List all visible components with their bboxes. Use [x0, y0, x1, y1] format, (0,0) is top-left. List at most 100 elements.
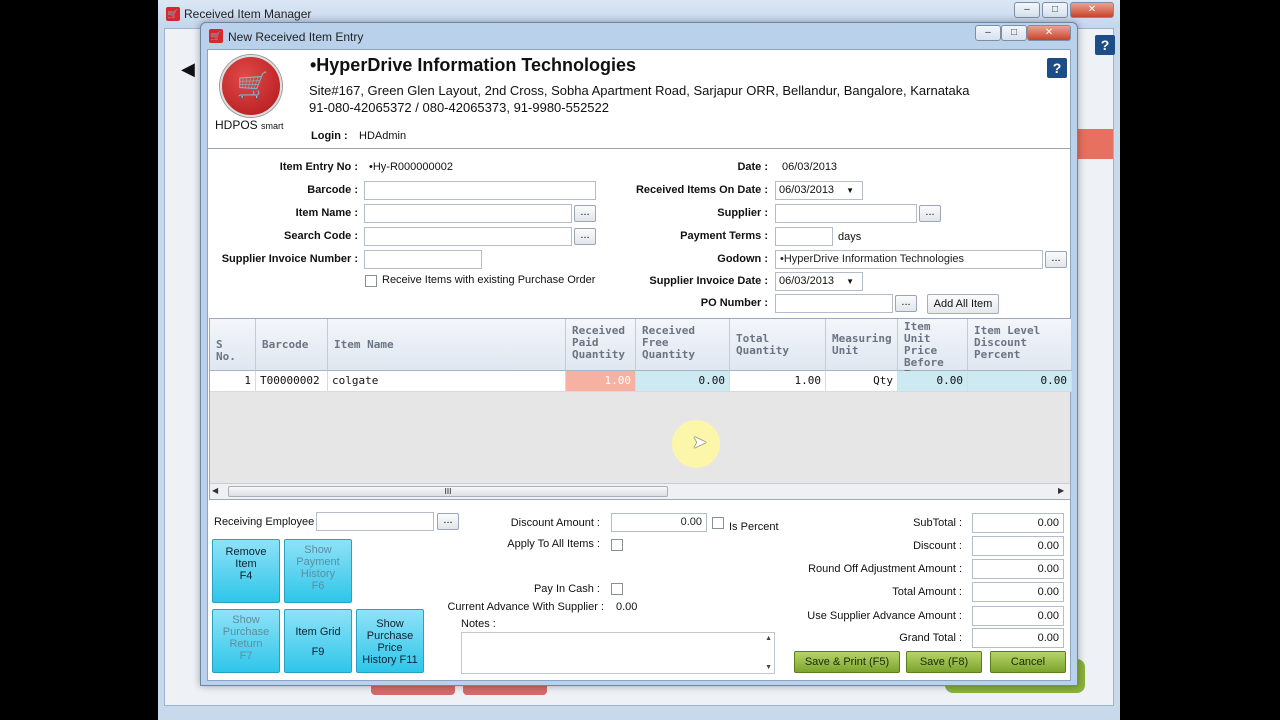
save-button[interactable]: Save (F8): [906, 651, 982, 673]
cancel-button[interactable]: Cancel: [990, 651, 1066, 673]
barcode-input[interactable]: [364, 181, 596, 200]
close-button[interactable]: ✕: [1070, 2, 1114, 18]
show-payment-line1: Show: [304, 544, 332, 556]
godown-browse-button[interactable]: ...: [1045, 251, 1067, 268]
notes-label: Notes :: [461, 618, 496, 630]
item-name-label: Item Name :: [295, 207, 358, 219]
show-return-line1: Show: [232, 614, 260, 626]
cell-barcode[interactable]: T00000002: [256, 371, 328, 392]
total-amount-value: 0.00: [972, 582, 1064, 602]
receive-po-checkbox[interactable]: [365, 275, 377, 287]
supplier-invoice-date-label: Supplier Invoice Date :: [649, 275, 768, 287]
outer-help-icon[interactable]: ?: [1095, 35, 1115, 55]
col-discount-pct[interactable]: Item Level Discount Percent: [968, 319, 1072, 371]
roundoff-input[interactable]: 0.00: [972, 559, 1064, 579]
remove-item-button[interactable]: Remove Item F4: [212, 539, 280, 603]
dialog-minimize-button[interactable]: –: [975, 25, 1001, 41]
subtotal-value: 0.00: [972, 513, 1064, 533]
logo-text: HDPOS smart: [215, 118, 284, 132]
show-payment-history-button[interactable]: Show Payment History F6: [284, 539, 352, 603]
supplier-invoice-date-picker[interactable]: 06/03/2013 ▼: [775, 272, 863, 291]
item-grid-key: F9: [311, 646, 325, 658]
chevron-down-icon: ▼: [846, 186, 854, 195]
mouse-pointer-icon: ➤: [692, 432, 708, 452]
scroll-right-icon[interactable]: ▶: [1058, 486, 1064, 495]
search-code-label: Search Code :: [284, 230, 358, 242]
dialog-title: New Received Item Entry: [228, 30, 364, 44]
is-percent-checkbox[interactable]: [712, 517, 724, 529]
show-price-line1: Show: [376, 618, 404, 630]
dialog-close-button[interactable]: ✕: [1027, 25, 1071, 41]
pay-in-cash-label: Pay In Cash :: [533, 583, 600, 595]
col-received-free-qty[interactable]: Received Free Quantity: [636, 319, 730, 371]
show-return-line2: Purchase: [222, 626, 270, 638]
discount-amount-label: Discount Amount :: [510, 517, 600, 529]
payment-terms-days: days: [838, 231, 862, 243]
col-total-qty[interactable]: Total Quantity: [730, 319, 826, 371]
use-advance-input[interactable]: 0.00: [972, 606, 1064, 626]
supplier-input[interactable]: [775, 204, 917, 223]
add-all-item-button[interactable]: Add All Item: [927, 294, 999, 314]
payment-terms-input[interactable]: [775, 227, 833, 246]
scroll-thumb[interactable]: III: [228, 486, 668, 497]
col-sno[interactable]: S No.: [210, 319, 256, 371]
notes-scroll-down-icon[interactable]: ▼: [765, 664, 772, 671]
receive-po-label: Receive Items with existing Purchase Ord…: [382, 274, 596, 286]
cell-discount-pct[interactable]: 0.00: [968, 371, 1072, 392]
date-label: Date :: [737, 161, 768, 173]
cell-paid-qty[interactable]: 1.00: [566, 371, 636, 392]
cell-total-qty[interactable]: 1.00: [730, 371, 826, 392]
grid-horizontal-scrollbar[interactable]: ◀ III ▶: [210, 483, 1070, 499]
current-advance-value: 0.00: [616, 601, 638, 613]
col-measuring-unit[interactable]: Measuring Unit: [826, 319, 898, 371]
received-on-date-picker[interactable]: 06/03/2013 ▼: [775, 181, 863, 200]
chevron-down-icon: ▼: [846, 277, 854, 286]
cell-unit-price[interactable]: 0.00: [898, 371, 968, 392]
notes-textarea[interactable]: ▲ ▼: [461, 632, 775, 674]
dialog-maximize-button[interactable]: □: [1001, 25, 1027, 41]
subtotal-label: SubTotal :: [913, 517, 962, 529]
godown-input[interactable]: •HyperDrive Information Technologies: [775, 250, 1043, 269]
scroll-left-icon[interactable]: ◀: [212, 486, 218, 495]
save-print-button[interactable]: Save & Print (F5): [794, 651, 900, 673]
dialog-cart-icon: 🛒: [209, 29, 223, 43]
show-payment-key: F6: [311, 580, 325, 592]
login-value: HDAdmin: [359, 130, 407, 142]
po-number-input[interactable]: [775, 294, 893, 313]
col-unit-price[interactable]: Item Unit Price Before Tax: [898, 319, 968, 381]
receiving-employee-input[interactable]: [316, 512, 434, 531]
cell-unit[interactable]: Qty: [826, 371, 898, 392]
app-cart-icon: 🛒: [166, 7, 180, 21]
header-divider: [208, 148, 1070, 149]
supplier-invoice-date-value: 06/03/2013: [779, 275, 835, 287]
login-label: Login :: [311, 130, 348, 142]
search-code-input[interactable]: [364, 227, 572, 246]
cell-free-qty[interactable]: 0.00: [636, 371, 730, 392]
discount-label: Discount :: [913, 540, 962, 552]
cell-item-name[interactable]: colgate: [328, 371, 566, 392]
help-icon[interactable]: ?: [1047, 58, 1067, 78]
receiving-employee-label: Receiving Employee :: [214, 516, 321, 528]
pay-in-cash-checkbox[interactable]: [611, 583, 623, 595]
item-grid-button[interactable]: Item Grid F9: [284, 609, 352, 673]
show-purchase-return-button[interactable]: Show Purchase Return F7: [212, 609, 280, 673]
back-arrow-icon[interactable]: ◀: [181, 59, 195, 80]
grand-total-label: Grand Total :: [899, 632, 962, 644]
payment-terms-label: Payment Terms :: [680, 230, 768, 242]
show-purchase-price-history-button[interactable]: Show Purchase Price History F11: [356, 609, 424, 673]
col-received-paid-qty[interactable]: Received Paid Quantity: [566, 319, 636, 371]
minimize-button[interactable]: –: [1014, 2, 1040, 18]
apply-to-all-label: Apply To All Items :: [507, 538, 600, 550]
po-number-browse-button[interactable]: ...: [895, 295, 917, 312]
maximize-button[interactable]: □: [1042, 2, 1068, 18]
col-item-name[interactable]: Item Name: [328, 319, 566, 371]
supplier-invoice-number-input[interactable]: [364, 250, 482, 269]
discount-amount-input[interactable]: 0.00: [611, 513, 707, 532]
show-price-line3: Price: [377, 642, 403, 654]
supplier-browse-button[interactable]: ...: [919, 205, 941, 222]
col-barcode[interactable]: Barcode: [256, 319, 328, 371]
cell-sno[interactable]: 1: [210, 371, 256, 392]
apply-to-all-checkbox[interactable]: [611, 539, 623, 551]
item-name-input[interactable]: [364, 204, 572, 223]
new-received-item-dialog: 🛒 New Received Item Entry – □ ✕ 🛒 HDPOS …: [200, 22, 1078, 686]
